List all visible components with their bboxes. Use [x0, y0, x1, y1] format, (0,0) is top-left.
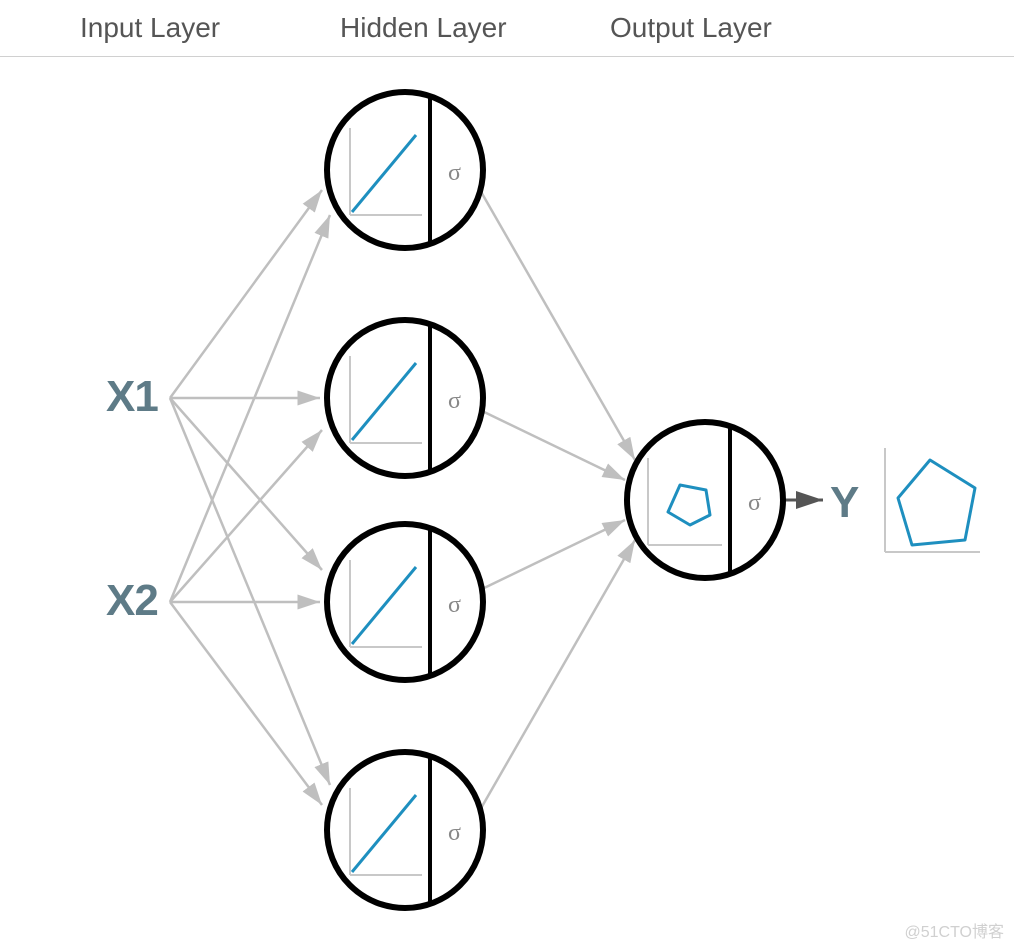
output-neuron-sigma: σ [748, 490, 761, 516]
hidden-neuron-3-sigma: σ [448, 592, 461, 618]
hidden-neuron-1-sigma: σ [448, 160, 461, 186]
output-neuron: σ [627, 422, 783, 578]
pentagon-icon [898, 460, 975, 545]
edges-hidden-output [480, 190, 635, 810]
hidden-neuron-1: σ [327, 92, 483, 248]
hidden-neuron-4: σ [327, 752, 483, 908]
hidden-neuron-2-sigma: σ [448, 388, 461, 414]
edges-input-hidden [170, 190, 330, 805]
hidden-neuron-4-sigma: σ [448, 820, 461, 846]
hidden-neuron-2: σ [327, 320, 483, 476]
hidden-neuron-3: σ [327, 524, 483, 680]
output-result-plot [885, 448, 980, 552]
watermark: @51CTO博客 [904, 918, 1004, 942]
network-diagram: σ σ σ σ σ [0, 0, 1014, 950]
